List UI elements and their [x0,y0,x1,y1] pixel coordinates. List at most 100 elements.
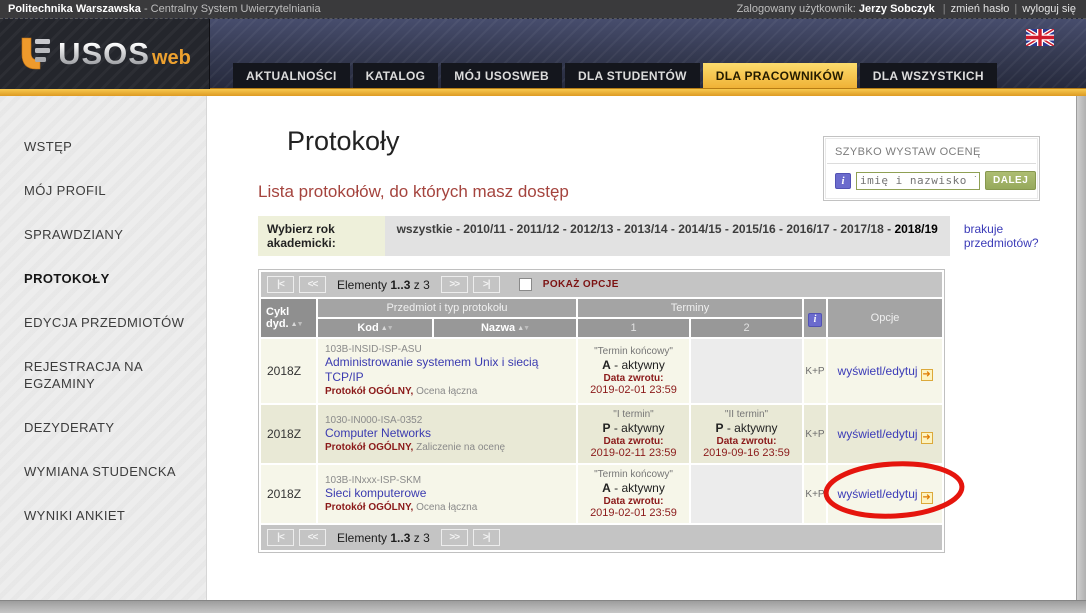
term2-cell-empty [691,339,802,403]
subject-link[interactable]: Computer Networks [325,426,572,441]
sidebar-item-wymiana-studencka[interactable]: WYMIANA STUDENCKA [24,463,192,480]
column-header-term2: 2 [691,319,802,337]
quick-grade-input[interactable] [856,172,980,190]
institution-name: Politechnika Warszawska [8,3,141,15]
sidebar-item-wstep[interactable]: WSTĘP [24,138,192,155]
next-page-button[interactable]: >> [441,276,468,293]
usos-logo[interactable]: USOS web [18,36,191,72]
header: USOS web AKTUALNOŚCI KATALOG MÓJ USOSWEB… [0,18,1086,88]
year-option-2014-15[interactable]: 2014/15 [678,222,732,236]
protocols-table: |< << Elementy 1..3 z 3 >> >| POKAŻ OPCJ… [258,269,945,553]
show-options-label[interactable]: POKAŻ OPCJE [543,279,619,290]
view-edit-link[interactable]: wyświetl/edytuj [838,427,918,441]
logout-link[interactable]: wyloguj się [1022,3,1076,15]
logged-user: Jerzy Sobczyk [859,3,935,15]
year-option-2010-11[interactable]: 2010/11 [463,222,516,236]
open-new-window-icon[interactable]: ➜ [921,492,933,504]
year-picker: Wybierz rok akademicki: wszystkie2010/11… [258,216,950,256]
language-flag-icon[interactable] [1026,29,1054,46]
page-right-edge [1076,96,1086,600]
sidebar-item-protokoly[interactable]: PROTOKOŁY [24,270,192,287]
protocol-access-cell: K+P [804,339,826,403]
page-bottom-edge [0,600,1086,613]
first-page-button[interactable]: |< [267,276,294,293]
sidebar-item-edycja-przedmiotow[interactable]: EDYCJA PRZEDMIOTÓW [24,314,192,331]
sidebar-item-moj-profil[interactable]: MÓJ PROFIL [24,182,192,199]
sidebar-item-sprawdziany[interactable]: SPRAWDZIANY [24,226,192,243]
last-page-button[interactable]: >| [473,276,500,293]
protocols-table-wrap: |< << Elementy 1..3 z 3 >> >| POKAŻ OPCJ… [258,269,939,553]
year-option-2011-12[interactable]: 2011/12 [517,222,570,236]
term2-cell-empty [691,465,802,523]
year-picker-options: wszystkie2010/112011/122012/132013/14201… [385,216,950,256]
accent-bar [0,88,1086,96]
year-option-2016-17[interactable]: 2016/17 [786,222,840,236]
year-option-2013-14[interactable]: 2013/14 [624,222,678,236]
tab-dla-wszystkich[interactable]: DLA WSZYSTKICH [860,63,997,88]
top-bar: Politechnika Warszawska - Centralny Syst… [0,0,1086,18]
tab-katalog[interactable]: KATALOG [353,63,439,88]
prev-page-button[interactable]: << [299,529,326,546]
first-page-button[interactable]: |< [267,529,294,546]
sidebar: WSTĘP MÓJ PROFIL SPRAWDZIANY PROTOKOŁY E… [0,96,207,600]
session-info: Zalogowany użytkownik: Jerzy Sobczyk |zm… [737,3,1076,15]
term2-cell: "II termin" P - aktywny Data zwrotu: 201… [691,405,802,463]
institution-suffix: - Centralny System Uwierzytelniania [144,3,321,15]
options-cell: wyświetl/edytuj➜ [828,339,942,403]
prev-page-button[interactable]: << [299,276,326,293]
main-content: Protokoły SZYBKO WYSTAW OCENĘ i DALEJ Li… [207,96,1076,600]
protocol-type: Ocena łączna [416,386,477,397]
subject-cell: 103B-INSID-ISP-ASU Administrowanie syste… [318,339,576,403]
protocol-type: Ocena łączna [416,502,477,513]
institution: Politechnika Warszawska - Centralny Syst… [8,3,321,15]
subject-cell: 1030-IN000-ISA-0352 Computer Networks Pr… [318,405,576,463]
options-cell: wyświetl/edytuj➜ [828,405,942,463]
table-row: 2018Z 103B-INxxx-ISP-SKM Sieci komputero… [261,465,942,523]
year-option-2017-18[interactable]: 2017/18 [840,222,894,236]
year-option-2015-16[interactable]: 2015/16 [732,222,786,236]
tab-dla-studentow[interactable]: DLA STUDENTÓW [565,63,700,88]
sort-code-icon[interactable]: ▲▼ [381,325,393,332]
next-page-button[interactable]: >> [441,529,468,546]
pagination-info: Elementy 1..3 z 3 [337,278,430,292]
info-icon[interactable]: i [835,173,851,189]
sort-name-icon[interactable]: ▲▼ [517,325,529,332]
pagination-top: |< << Elementy 1..3 z 3 >> >| POKAŻ OPCJ… [261,272,942,297]
sort-cycle-icon[interactable]: ▲▼ [291,321,303,328]
logo-text-usos: USOS [58,36,150,72]
tab-dla-pracownikow[interactable]: DLA PRACOWNIKÓW [703,63,857,88]
subject-code: 103B-INSID-ISP-ASU [325,344,572,355]
last-page-button[interactable]: >| [473,529,500,546]
open-new-window-icon[interactable]: ➜ [921,432,933,444]
tab-aktualnosci[interactable]: AKTUALNOŚCI [233,63,350,88]
tab-moj-usosweb[interactable]: MÓJ USOSWEB [441,63,562,88]
view-edit-link-highlighted[interactable]: wyświetl/edytuj [838,487,918,501]
open-new-window-icon[interactable]: ➜ [921,369,933,381]
cycle-cell: 2018Z [261,405,316,463]
info-icon[interactable]: i [808,313,822,327]
column-header-options: Opcje [828,299,942,337]
year-option-selected[interactable]: 2018/19 [894,222,937,236]
column-header-name: Nazwa▲▼ [434,319,576,337]
sidebar-item-wyniki-ankiet[interactable]: WYNIKI ANKIET [24,507,192,524]
protocol-label: Protokół OGÓLNY, [325,386,413,397]
protocol-label: Protokół OGÓLNY, [325,502,413,513]
sidebar-item-dezyderaty[interactable]: DEZYDERATY [24,419,192,436]
view-edit-link[interactable]: wyświetl/edytuj [838,364,918,378]
year-option-wszystkie[interactable]: wszystkie [397,222,464,236]
column-header-code: Kod▲▼ [318,319,432,337]
subject-link[interactable]: Sieci komputerowe [325,486,572,501]
quick-grade-box: SZYBKO WYSTAW OCENĘ i DALEJ [823,136,1040,201]
term1-cell: "Termin końcowy" A - aktywny Data zwrotu… [578,339,689,403]
show-options-checkbox[interactable] [519,278,532,291]
change-password-link[interactable]: zmień hasło [951,3,1010,15]
subject-code: 1030-IN000-ISA-0352 [325,415,572,426]
column-header-term1: 1 [578,319,689,337]
year-option-2012-13[interactable]: 2012/13 [570,222,624,236]
quick-grade-submit-button[interactable]: DALEJ [985,171,1036,190]
column-header-info: i [804,299,826,337]
missing-subjects-link[interactable]: brakuje przedmiotów? [964,222,1076,250]
sidebar-item-rejestracja-na-egzaminy[interactable]: REJESTRACJA NA EGZAMINY [24,358,174,392]
pagination-bottom: |< << Elementy 1..3 z 3 >> >| [261,525,942,550]
subject-link[interactable]: Administrowanie systemem Unix i siecią T… [325,355,572,385]
